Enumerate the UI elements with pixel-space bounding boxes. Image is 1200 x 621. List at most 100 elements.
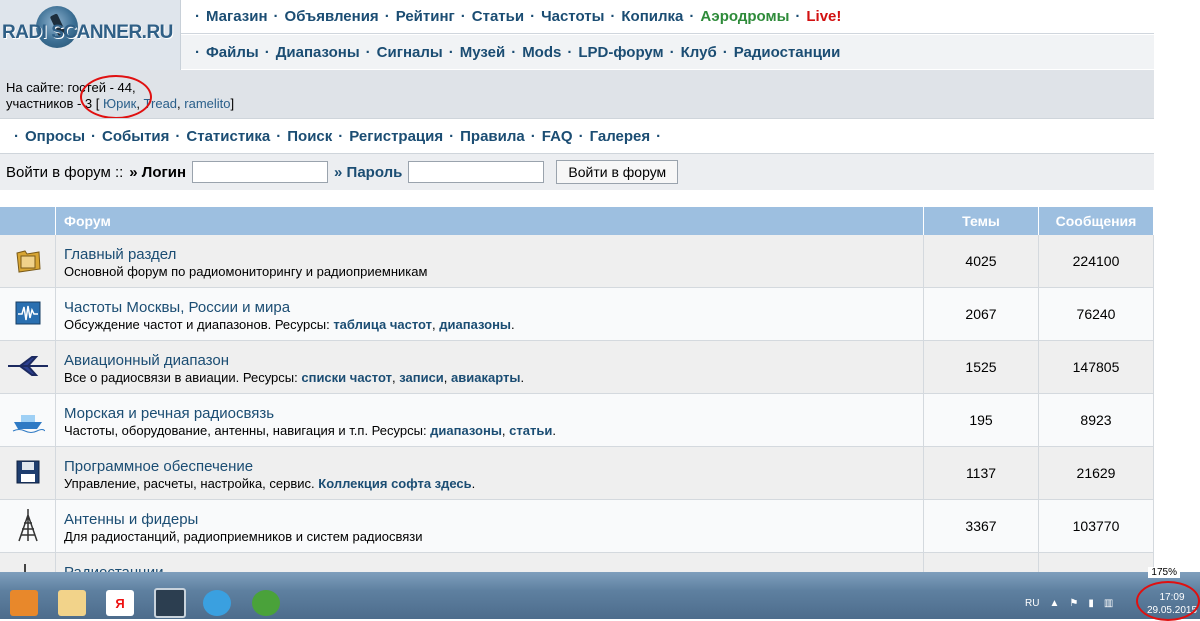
messages-count: 94815 xyxy=(1039,553,1154,572)
forum-title-link[interactable]: Частоты Москвы, России и мира xyxy=(64,299,923,316)
nav-separator: · xyxy=(365,43,371,61)
forum-table: Форум Темы Сообщения Главный раздел Основ… xyxy=(0,207,1154,572)
row-icon-cell xyxy=(0,500,56,552)
nav-link-4[interactable]: Частоты xyxy=(541,8,604,25)
forum-title-link[interactable]: Радиостанции xyxy=(64,564,923,572)
header-topics: Темы xyxy=(924,207,1039,235)
subnav-link-2[interactable]: Статистика xyxy=(186,128,270,145)
nav-separator: · xyxy=(195,8,200,25)
table-header: Форум Темы Сообщения xyxy=(0,207,1154,235)
nav-link-7[interactable]: Live! xyxy=(806,8,841,25)
network-icon[interactable]: ▥ xyxy=(1104,598,1113,609)
members-suffix: ] xyxy=(230,96,235,111)
subnav-link-4[interactable]: Регистрация xyxy=(349,128,443,145)
nav2-link-2[interactable]: Сигналы xyxy=(377,44,443,61)
flag-icon[interactable]: ⚑ xyxy=(1069,598,1078,609)
forum-description: Все о радиосвязи в авиации. Ресурсы: спи… xyxy=(64,370,525,385)
forum-title-link[interactable]: Программное обеспечение xyxy=(64,458,923,475)
subnav-link-0[interactable]: Опросы xyxy=(25,128,85,145)
subnav-link-7[interactable]: Галерея xyxy=(590,128,651,145)
yandex-browser-icon[interactable]: Я xyxy=(100,587,140,619)
header-icon-cell xyxy=(0,207,56,235)
topics-count: 2280 xyxy=(924,553,1039,572)
login-prefix: Войти в форум :: xyxy=(6,163,124,181)
forum-description: Управление, расчеты, настройка, сервис. … xyxy=(64,476,476,491)
subnav-link-3[interactable]: Поиск xyxy=(287,128,332,145)
forum-cell: Морская и речная радиосвязь Частоты, обор… xyxy=(56,394,924,446)
member-link-3[interactable]: ramelito xyxy=(184,96,230,111)
media-player-icon[interactable] xyxy=(4,587,44,619)
nav2-link-5[interactable]: LPD-форум xyxy=(578,44,663,61)
subnav-link-5[interactable]: Правила xyxy=(460,128,525,145)
forum-cell: Радиостанции xyxy=(56,553,924,572)
resource-link[interactable]: диапазоны xyxy=(430,423,502,438)
resource-link[interactable]: записи xyxy=(399,370,444,385)
forum-cell: Авиационный диапазон Все о радиосвязи в а… xyxy=(56,341,924,393)
antenna-icon xyxy=(13,507,43,546)
forum-description-text: Управление, расчеты, настройка, сервис. xyxy=(64,476,319,491)
nav-separator: · xyxy=(722,43,728,61)
nav-separator: · xyxy=(511,43,517,61)
zoom-level[interactable]: 175% xyxy=(1148,567,1180,578)
nav-separator: · xyxy=(91,127,97,145)
nav2-link-0[interactable]: Файлы xyxy=(206,44,259,61)
forum-description-text: Для радиостанций, радиоприемников и сист… xyxy=(64,529,423,544)
subnav-link-1[interactable]: События xyxy=(102,128,169,145)
nav-link-1[interactable]: Объявления xyxy=(285,8,379,25)
nav-row-1: · Магазин · Объявления · Рейтинг · Статьи · Часто… xyxy=(181,0,1154,34)
nav-link-6[interactable]: Аэродромы xyxy=(700,8,789,25)
resource-link[interactable]: диапазоны xyxy=(439,317,511,332)
utorrent-icon[interactable] xyxy=(246,587,286,619)
nav-separator: · xyxy=(384,8,390,25)
table-row: Антенны и фидеры Для радиостанций, радиоп… xyxy=(0,500,1154,553)
password-input[interactable] xyxy=(408,161,545,183)
forum-title-link[interactable]: Авиационный диапазон xyxy=(64,352,923,369)
resource-link[interactable]: статьи xyxy=(509,423,552,438)
forum-description-text: Все о радиосвязи в авиации. Ресурсы: xyxy=(64,370,302,385)
resource-link[interactable]: таблица частот xyxy=(333,317,432,332)
resource-link[interactable]: списки частот xyxy=(301,370,392,385)
row-icon-cell xyxy=(0,288,56,340)
nav-separator: · xyxy=(689,8,695,25)
nav-separator: · xyxy=(530,127,536,145)
forum-title-link[interactable]: Морская и речная радиосвязь xyxy=(64,405,923,422)
internet-explorer-icon[interactable] xyxy=(197,587,237,619)
row-icon-cell xyxy=(0,447,56,499)
resource-link[interactable]: Коллекция софта здесь xyxy=(318,476,471,491)
nav-link-2[interactable]: Рейтинг xyxy=(396,8,455,25)
messages-count: 8923 xyxy=(1039,394,1154,446)
explorer-icon[interactable] xyxy=(52,587,92,619)
nav-link-3[interactable]: Статьи xyxy=(472,8,524,25)
topics-count: 195 xyxy=(924,394,1039,446)
forum-description: Для радиостанций, радиоприемников и сист… xyxy=(64,529,923,544)
messages-count: 76240 xyxy=(1039,288,1154,340)
nav2-link-1[interactable]: Диапазоны xyxy=(276,44,360,61)
forum-cell: Программное обеспечение Управление, расче… xyxy=(56,447,924,499)
language-indicator[interactable]: RU xyxy=(1025,598,1039,609)
remote-desktop-icon[interactable] xyxy=(150,587,190,619)
nav2-link-4[interactable]: Mods xyxy=(522,44,561,61)
secondary-navigation: · Опросы · События · Статистика · Поиск · Регистр… xyxy=(0,118,1154,154)
subnav-link-6[interactable]: FAQ xyxy=(542,128,573,145)
login-input[interactable] xyxy=(192,161,329,183)
site-logo[interactable]: RADI SCANNER.RU xyxy=(0,0,181,70)
table-row: Авиационный диапазон Все о радиосвязи в а… xyxy=(0,341,1154,394)
resource-link[interactable]: авиакарты xyxy=(451,370,520,385)
nav2-link-3[interactable]: Музей xyxy=(460,44,505,61)
online-users: На сайте: гостей - 44, участников - 3 [ … xyxy=(0,70,1154,119)
site-header: RADI SCANNER.RU · Магазин · Объявления · Рейт… xyxy=(0,0,1154,70)
forum-title-link[interactable]: Антенны и фидеры xyxy=(64,511,923,528)
nav-link-5[interactable]: Копилка xyxy=(621,8,683,25)
nav-separator: · xyxy=(795,8,801,25)
nav2-link-6[interactable]: Клуб xyxy=(681,44,717,61)
nav-link-0[interactable]: Магазин xyxy=(206,8,268,25)
nav-separator: · xyxy=(338,127,344,145)
nav2-link-7[interactable]: Радиостанции xyxy=(734,44,841,61)
login-button[interactable]: Войти в форум xyxy=(556,160,679,184)
messages-count: 103770 xyxy=(1039,500,1154,552)
forum-title-link[interactable]: Главный раздел xyxy=(64,246,923,263)
tray-arrow-icon[interactable]: ▲ xyxy=(1049,598,1059,609)
forum-description: Обсуждение частот и диапазонов. Ресурсы:… xyxy=(64,317,515,332)
battery-icon[interactable]: ▮ xyxy=(1088,598,1094,609)
nav-separator: · xyxy=(273,8,279,25)
